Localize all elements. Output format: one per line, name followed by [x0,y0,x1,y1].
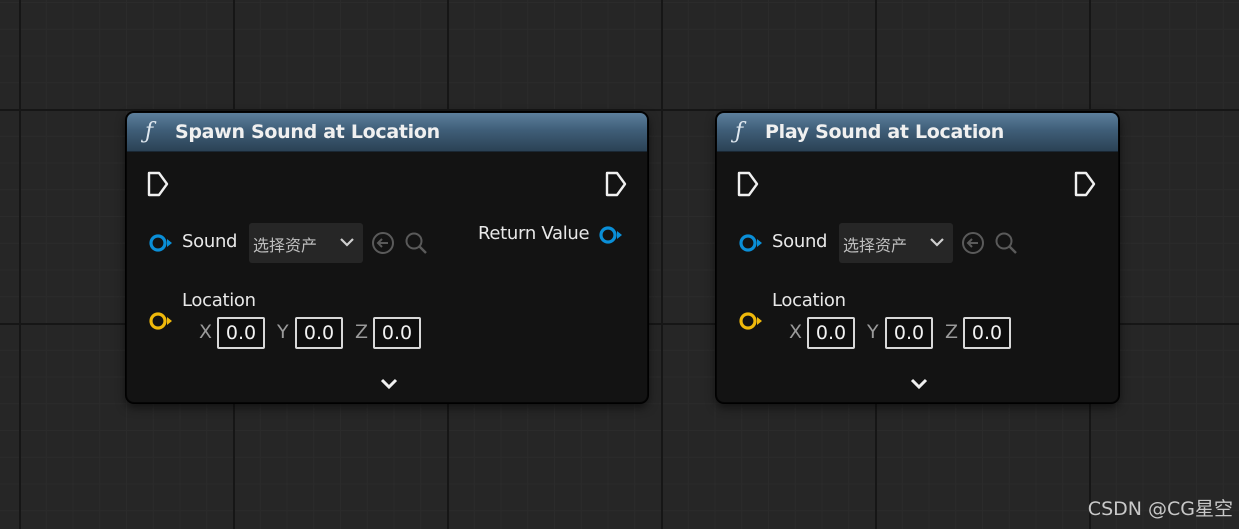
asset-picker-text: 选择资产 [843,236,908,255]
play-sound-node[interactable]: ƒ Play Sound at Location Sound 选择资产 Loca… [716,112,1119,403]
search-icon[interactable] [993,230,1019,256]
axis-y-label: Y [277,321,289,343]
back-arrow-circle-icon[interactable] [960,230,986,256]
location-pin-label: Location [772,290,846,311]
location-y-input[interactable]: 0.0 [885,317,933,349]
watermark-text: CSDN @CG星空 [1087,498,1233,520]
location-vector-pin-icon[interactable] [147,311,175,331]
function-icon: ƒ [145,119,154,144]
node-title: Spawn Sound at Location [175,121,440,143]
sound-pin-label: Sound [772,231,828,252]
sound-object-pin-icon[interactable] [147,233,175,253]
axis-x-label: X [789,321,803,343]
location-y-input[interactable]: 0.0 [295,317,343,349]
location-pin-label: Location [182,290,256,311]
axis-z-label: Z [945,321,959,343]
axis-z-label: Z [355,321,369,343]
exec-in-pin-icon[interactable] [147,171,169,197]
location-z-input[interactable]: 0.0 [373,317,421,349]
search-icon[interactable] [403,230,429,256]
location-x-input[interactable]: 0.0 [217,317,265,349]
sound-object-pin-icon[interactable] [737,233,765,253]
exec-out-pin-icon[interactable] [605,171,627,197]
expand-chevron-icon[interactable] [909,377,929,391]
asset-picker-dropdown[interactable]: 选择资产 [839,223,953,263]
return-value-label: Return Value [478,223,590,244]
sound-pin-label: Sound [182,231,238,252]
location-z-input[interactable]: 0.0 [963,317,1011,349]
expand-chevron-icon[interactable] [379,377,399,391]
asset-picker-text: 选择资产 [253,236,318,255]
function-icon: ƒ [735,119,744,144]
location-vector-pin-icon[interactable] [737,311,765,331]
node-header[interactable]: ƒ Spawn Sound at Location [127,113,647,152]
location-x-input[interactable]: 0.0 [807,317,855,349]
spawn-sound-node[interactable]: ƒ Spawn Sound at Location Sound 选择资产 Ret… [126,112,648,403]
exec-out-pin-icon[interactable] [1074,171,1096,197]
axis-x-label: X [199,321,213,343]
node-header[interactable]: ƒ Play Sound at Location [717,113,1118,152]
axis-y-label: Y [867,321,879,343]
return-value-pin-icon[interactable] [597,225,625,245]
back-arrow-circle-icon[interactable] [370,230,396,256]
chevron-down-icon [340,238,354,247]
exec-in-pin-icon[interactable] [737,171,759,197]
chevron-down-icon [930,238,944,247]
node-title: Play Sound at Location [765,121,1005,143]
asset-picker-dropdown[interactable]: 选择资产 [249,223,363,263]
